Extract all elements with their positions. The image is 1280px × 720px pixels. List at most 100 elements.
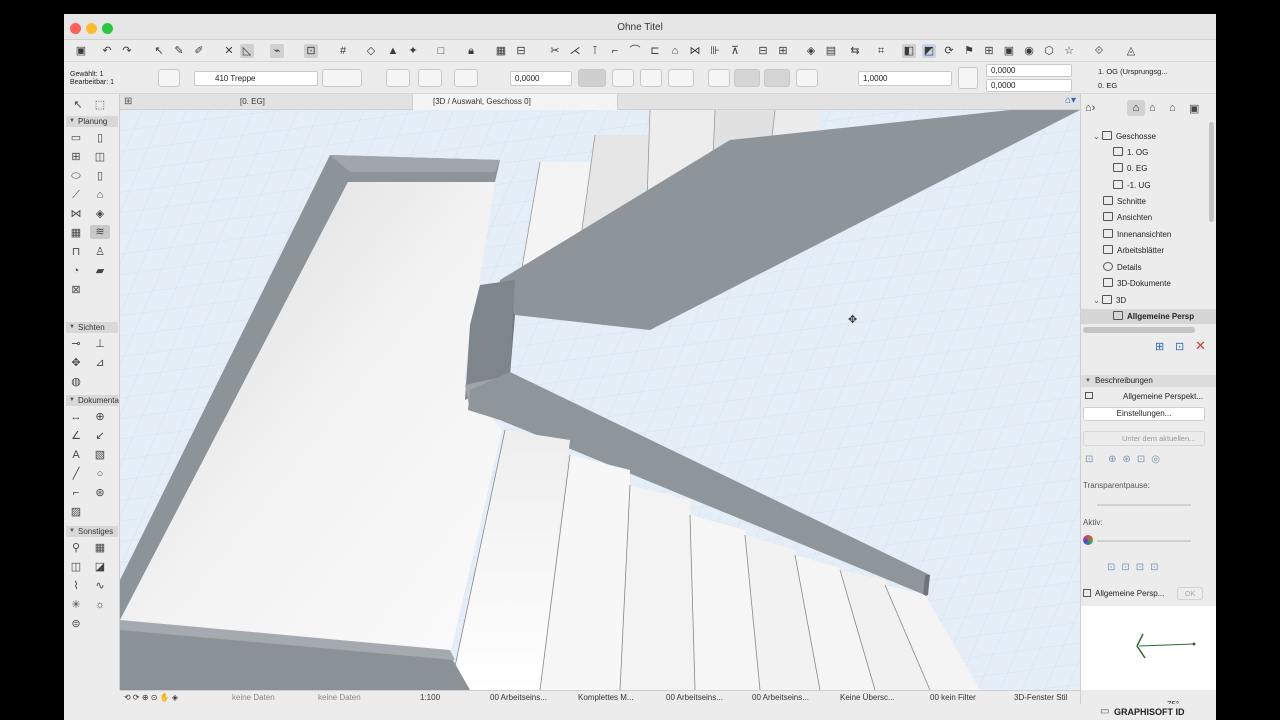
anchor-right-button[interactable] (640, 69, 662, 87)
curtain-wall-tool-icon[interactable]: ▦ (68, 226, 84, 240)
view-tools-icon[interactable]: ⊡ ⊕⊛⊡◎ (1085, 454, 1166, 465)
layers-icon[interactable]: ◈ (804, 44, 818, 58)
group-icon[interactable]: ⊟ (756, 44, 770, 58)
hatch-icon[interactable]: ▤ (824, 44, 838, 58)
arc-tool-icon[interactable]: ∿ (92, 579, 108, 593)
fillet-icon[interactable]: ⌒ (628, 44, 642, 58)
geometry-method-button[interactable] (668, 69, 694, 87)
worksheet-tool-icon[interactable]: ⊿ (92, 356, 108, 370)
spline-tool-icon[interactable]: ⊛ (92, 486, 108, 500)
tree-details[interactable]: Details (1103, 260, 1141, 275)
stair-geometry-button[interactable] (322, 69, 362, 87)
scale-field[interactable]: 1,0000 (858, 71, 952, 86)
align-icon[interactable]: ⊪ (708, 44, 722, 58)
undo-icon[interactable]: ↶ (100, 44, 114, 58)
dimension-icon[interactable]: ⊟ (514, 44, 528, 58)
slab-tool-icon[interactable]: ⬭ (68, 169, 84, 183)
stair-finish-button[interactable] (418, 69, 442, 87)
zone-tool-icon[interactable]: ▰ (92, 264, 108, 278)
lock-icon[interactable]: 🔒︎ (464, 44, 478, 58)
angle-dimension-tool-icon[interactable]: ∠ (68, 429, 84, 443)
stair-tool-icon[interactable]: ≋ (90, 225, 110, 239)
grid-element-tool-icon[interactable]: ▦ (92, 541, 108, 555)
adjust-icon[interactable]: ⊺ (588, 44, 602, 58)
radial-dimension-tool-icon[interactable]: ⌇ (68, 579, 84, 593)
delete-view-icon[interactable]: ✕ (1195, 338, 1206, 354)
save-icon[interactable]: ▣ (74, 44, 88, 58)
view-a-icon[interactable]: ◧ (902, 44, 916, 58)
offset-icon[interactable]: ⊏ (648, 44, 662, 58)
flight-option-3[interactable] (764, 69, 790, 87)
snap-guide-icon[interactable]: ⌁ (270, 44, 284, 58)
beam-tool-icon[interactable]: ⟋ (68, 188, 84, 202)
new-view-icon[interactable]: ⊞ (1155, 340, 1164, 353)
skylight-tool-icon[interactable]: ◫ (92, 150, 108, 164)
hotspot-tool-icon[interactable]: ⚲ (68, 541, 84, 555)
tab-3d[interactable]: [3D / Auswahl, Geschoss 0] (412, 94, 618, 110)
status-filter[interactable]: 00 kein Filter (930, 691, 976, 705)
flight-option-1[interactable] (708, 69, 730, 87)
split-icon[interactable]: ✂ (548, 44, 562, 58)
3d-viewport[interactable]: ✥ (120, 110, 1080, 690)
bottom-elevation-field[interactable]: 0,0000 (986, 79, 1072, 92)
detail-tool-icon[interactable]: ◍ (68, 375, 84, 389)
top-elevation-field[interactable]: 0,0000 (986, 64, 1072, 77)
section-sonstiges[interactable]: Sonstiges (66, 526, 118, 537)
section-dokumentation[interactable]: Dokumenta (66, 395, 119, 406)
top-story[interactable]: 1. OG (Ursprungsg... (1098, 67, 1168, 76)
teamwork-icon[interactable]: ⟐ (1092, 44, 1106, 58)
flight-option-2[interactable] (734, 69, 760, 87)
bim-cloud-icon[interactable]: ◬ (1124, 44, 1138, 58)
interior-elevation-tool-icon[interactable]: ✥ (68, 356, 84, 370)
vertical-scrollbar[interactable] (1209, 122, 1214, 222)
tree-innenansichten[interactable]: Innenansichten (1103, 227, 1171, 242)
magic-wand-icon[interactable]: ✦ (406, 44, 420, 58)
home-icon[interactable]: ⌂ (668, 44, 682, 58)
tree-geschosse[interactable]: ⌄ Geschosse (1093, 129, 1156, 144)
status-no-data-1[interactable]: keine Daten (232, 691, 275, 705)
cube-icon[interactable]: ⬡ (1042, 44, 1056, 58)
layer-select[interactable]: 410 Treppe (194, 71, 318, 86)
fill-tool-icon[interactable]: ▧ (92, 448, 108, 462)
anchor-button[interactable] (578, 69, 606, 87)
redo-icon[interactable]: ↷ (120, 44, 134, 58)
status-scale[interactable]: 1:100 (420, 691, 440, 705)
table-icon[interactable]: ▦ (494, 44, 508, 58)
tree-ansichten[interactable]: Ansichten (1103, 210, 1152, 225)
view-map-icon[interactable]: ⌂ (1127, 100, 1145, 116)
status-3d-style[interactable]: 3D-Fenster Stil (1014, 691, 1067, 705)
binoculars-icon[interactable]: ◉ (1022, 44, 1036, 58)
offset-field[interactable]: 0,0000 (510, 71, 572, 86)
polyline-tool-icon[interactable]: ⌐ (68, 486, 84, 500)
under-current-select[interactable]: Unter dem aktuellen... (1083, 431, 1205, 446)
star-icon[interactable]: ☆ (1062, 44, 1076, 58)
clone-view-icon[interactable]: ⊡ (1175, 340, 1184, 353)
tree-schnitte[interactable]: Schnitte (1103, 194, 1146, 209)
marquee-tool-icon[interactable]: ⬚ (92, 98, 108, 112)
status-layer-combo[interactable]: 00 Arbeitseins... (490, 691, 547, 705)
anchor-center-button[interactable] (612, 69, 634, 87)
syringe-icon[interactable]: ✐ (192, 44, 206, 58)
stair-structure-button[interactable] (386, 69, 410, 87)
tree-story-1ug[interactable]: -1. UG (1113, 178, 1151, 193)
tree-allgemeine-perspektive[interactable]: Allgemeine Persp (1081, 309, 1216, 324)
change-tool-icon[interactable]: ◫ (68, 560, 84, 574)
move-icon[interactable]: ⇆ (848, 44, 862, 58)
organizer-icon[interactable]: ▣ (1189, 102, 1199, 115)
section-tool-icon[interactable]: ⊸ (68, 337, 84, 351)
level-dimension-tool-icon[interactable]: ⊕ (92, 410, 108, 424)
layout-book-icon[interactable]: ⌂ (1149, 102, 1156, 114)
settings-button[interactable]: Einstellungen... (1083, 407, 1205, 421)
refresh-icon[interactable]: ⟳ (942, 44, 956, 58)
intersect-icon[interactable]: ⌐ (608, 44, 622, 58)
nav-controls-icon[interactable]: ⟲ ⟳ ⊕ ⊙ ✋ ◈ (124, 691, 178, 705)
tree-story-1og[interactable]: 1. OG (1113, 145, 1148, 160)
publisher-icon[interactable]: ⌂ (1169, 102, 1176, 114)
flight-option-4[interactable] (796, 69, 818, 87)
trim-icon[interactable]: ⋌ (568, 44, 582, 58)
distribute-icon[interactable]: ⊼ (728, 44, 742, 58)
mirror-icon[interactable]: ⋈ (688, 44, 702, 58)
trace-icon[interactable]: ◇ (364, 44, 378, 58)
3d-model-render[interactable]: ✥ (120, 110, 1080, 690)
bottom-story[interactable]: 0. EG (1098, 81, 1117, 90)
